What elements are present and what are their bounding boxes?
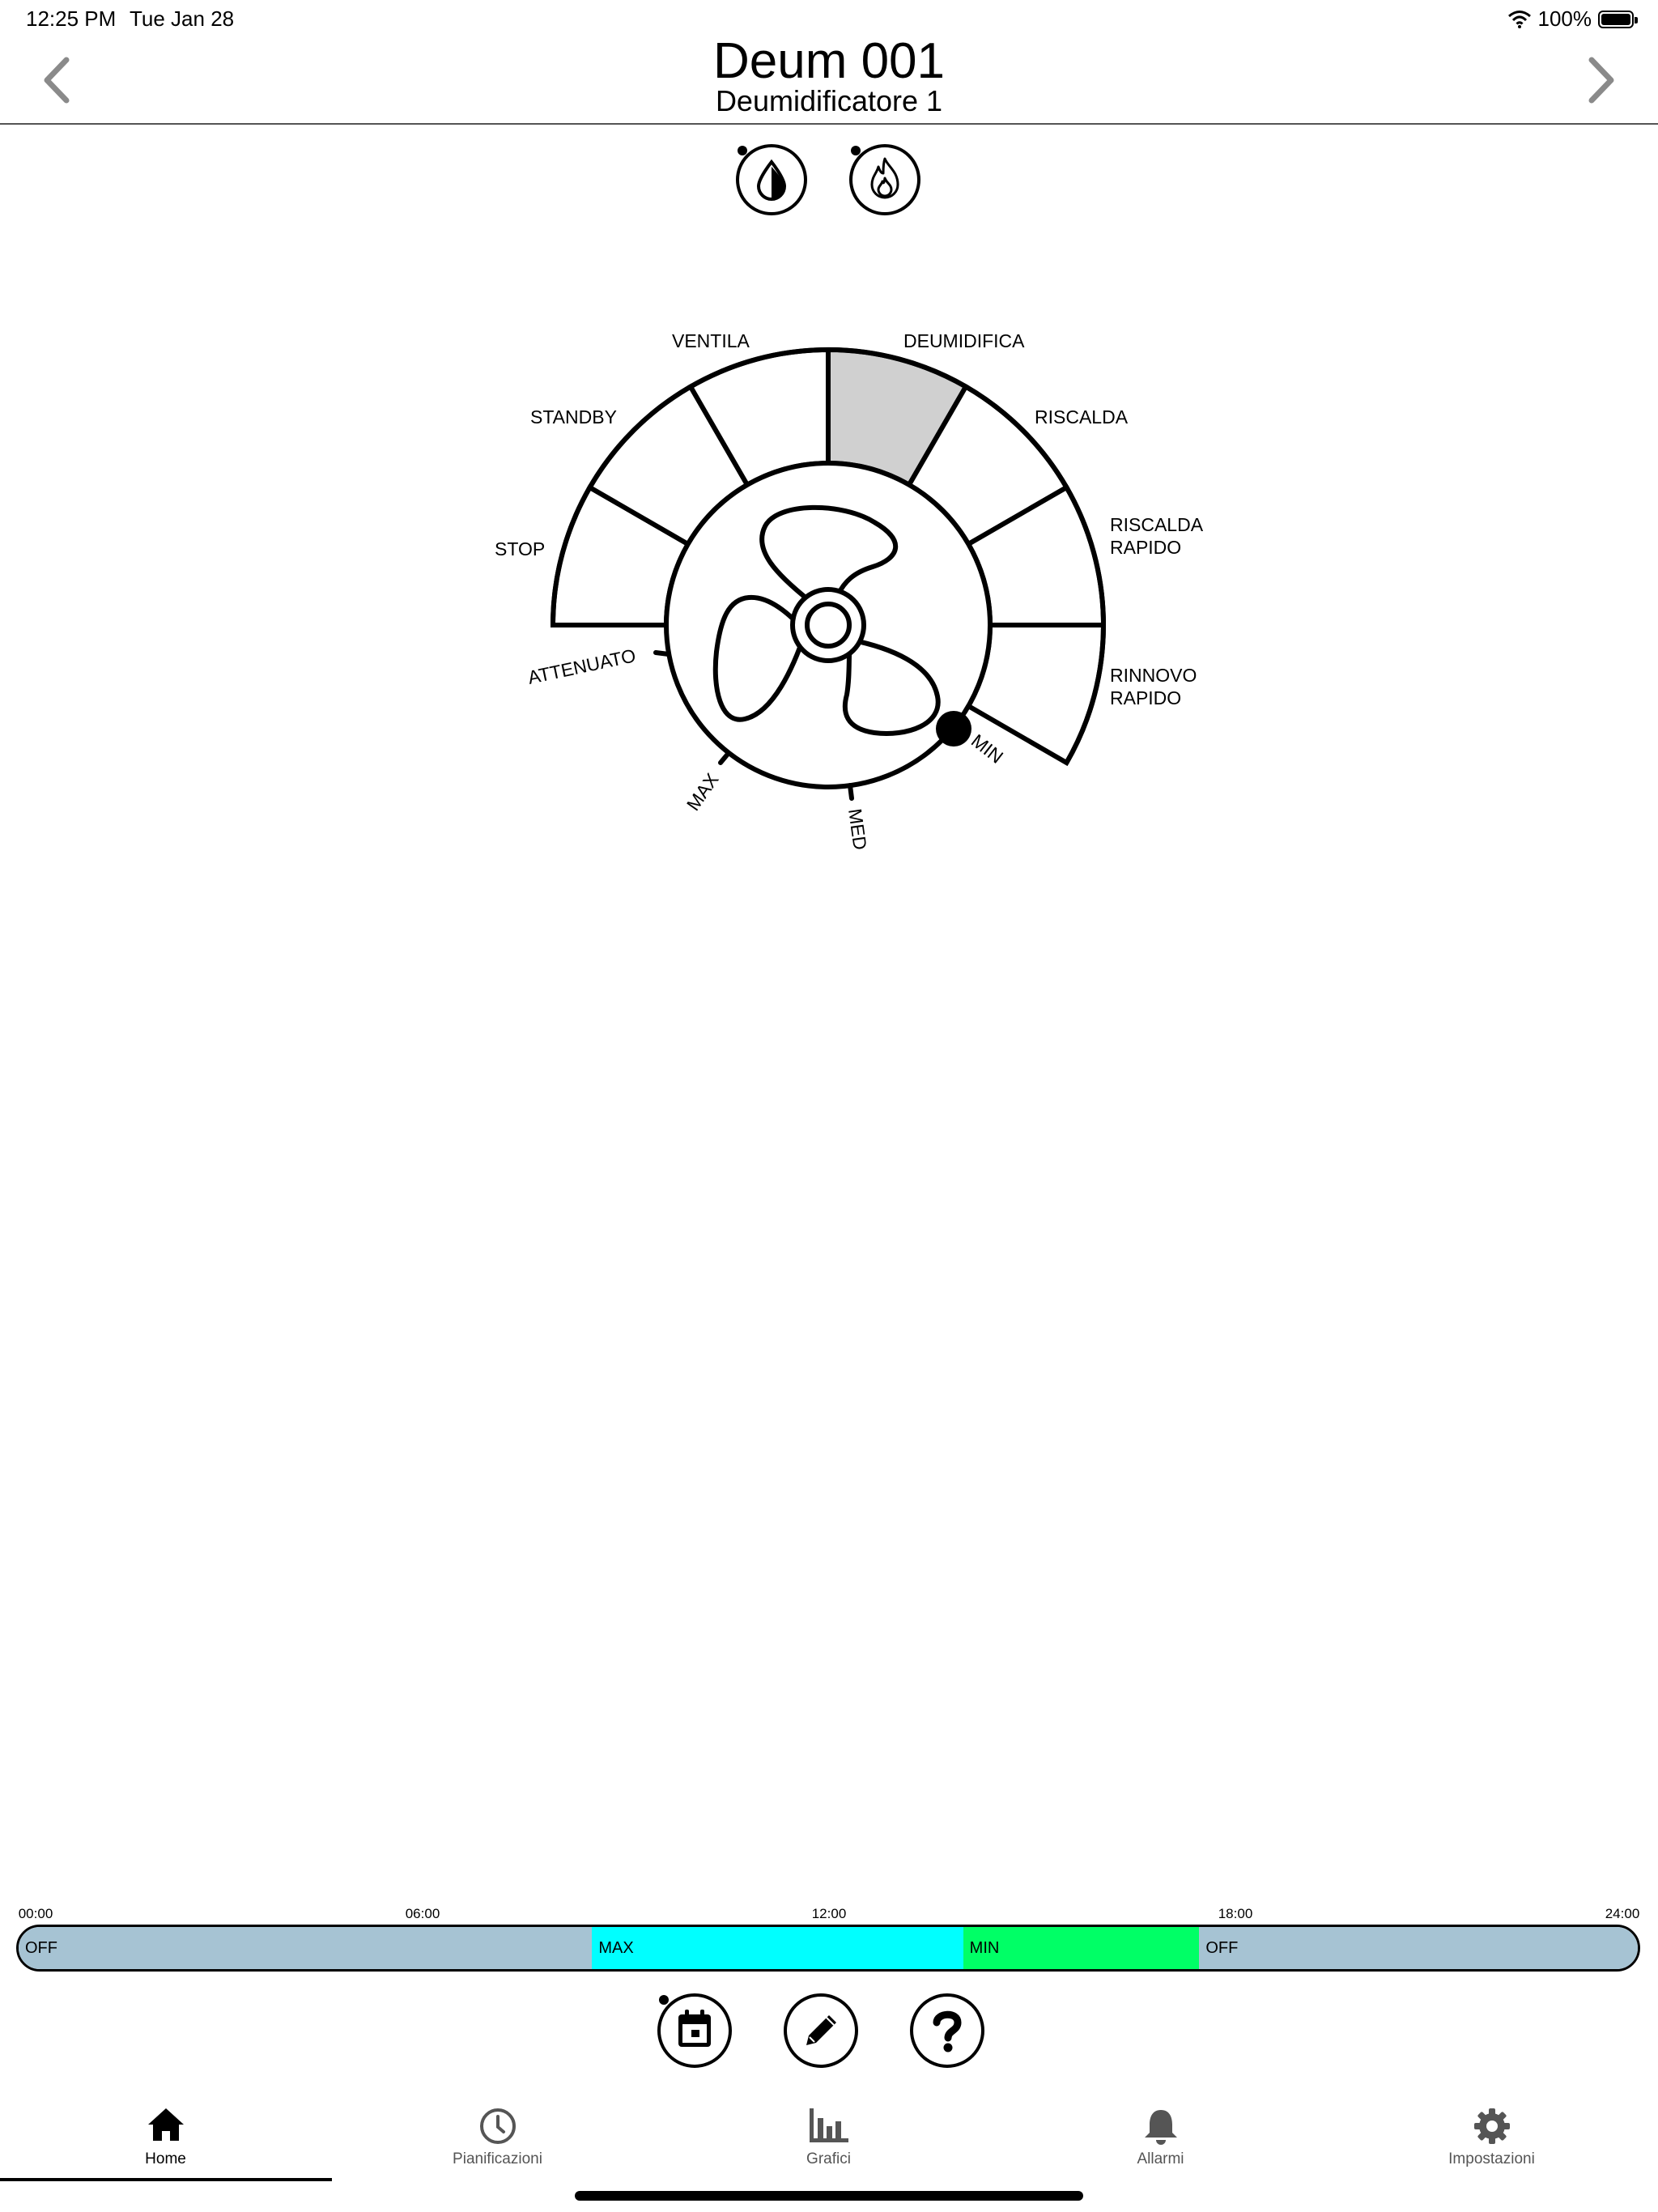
timeline-tick: 00:00: [18, 1906, 53, 1921]
timeline-tick: 12:00: [811, 1906, 847, 1921]
schedule-timeline[interactable]: OFF MAX MIN OFF: [16, 1925, 1640, 1972]
tab-label: Allarmi: [1137, 2150, 1184, 2167]
calendar-icon: [678, 2010, 711, 2047]
timeline-ticks: 00:00 06:00 12:00 18:00 24:00: [0, 1906, 1658, 1925]
tab-label: Impostazioni: [1448, 2150, 1535, 2167]
bell-icon: [1144, 2110, 1177, 2145]
tab-grafici[interactable]: Grafici: [663, 2095, 994, 2184]
mode-label-riscalda-rapido-1[interactable]: RISCALDA: [1110, 514, 1204, 535]
mode-label-deumidifica[interactable]: DEUMIDIFICA: [903, 330, 1025, 351]
speed-label-min[interactable]: MIN: [967, 730, 1007, 767]
timeline-segment[interactable]: MIN: [963, 1927, 1200, 1969]
mode-label-ventila[interactable]: VENTILA: [672, 330, 750, 351]
home-icon: [147, 2108, 184, 2141]
tab-label: Grafici: [806, 2150, 851, 2167]
help-button[interactable]: [908, 1992, 986, 2069]
clock-icon: [479, 2108, 516, 2144]
tab-allarmi[interactable]: Allarmi: [995, 2095, 1326, 2184]
timeline-tick: 06:00: [405, 1906, 440, 1921]
timeline-segment[interactable]: OFF: [1199, 1927, 1638, 1969]
speed-label-attenuato[interactable]: ATTENUATO: [526, 644, 638, 688]
home-indicator: [575, 2191, 1083, 2201]
timeline-segment[interactable]: MAX: [592, 1927, 963, 1969]
speed-label-max[interactable]: MAX: [682, 769, 723, 815]
mode-label-riscalda[interactable]: RISCALDA: [1035, 406, 1129, 428]
speed-knob[interactable]: [936, 711, 971, 747]
tab-label: Pianificazioni: [453, 2150, 542, 2167]
mode-dial: STOP STANDBY VENTILA DEUMIDIFICA RISCALD…: [495, 330, 1204, 851]
mode-label-riscalda-rapido-2[interactable]: RAPIDO: [1110, 537, 1181, 558]
timeline-tick: 24:00: [1605, 1906, 1640, 1921]
mode-label-rinnovo-rapido-2[interactable]: RAPIDO: [1110, 687, 1181, 708]
bar-chart-icon: [809, 2108, 848, 2142]
active-tab-indicator: [0, 2178, 332, 2181]
tab-label: Home: [145, 2150, 186, 2167]
calendar-button[interactable]: [656, 1992, 733, 2069]
tab-bar: Home Pianificazioni Grafici Allarmi Impo…: [0, 2095, 1658, 2184]
tab-pianificazioni[interactable]: Pianificazioni: [332, 2095, 663, 2184]
gear-icon: [1473, 2108, 1510, 2144]
timeline-tick: 18:00: [1218, 1906, 1253, 1921]
tab-impostazioni[interactable]: Impostazioni: [1326, 2095, 1657, 2184]
timeline-segment[interactable]: OFF: [19, 1927, 593, 1969]
speed-label-med[interactable]: MED: [844, 807, 871, 851]
mode-label-rinnovo-rapido-1[interactable]: RINNOVO: [1110, 665, 1197, 686]
mode-label-standby[interactable]: STANDBY: [530, 406, 617, 428]
tab-home[interactable]: Home: [0, 2095, 331, 2184]
mode-label-stop[interactable]: STOP: [495, 538, 545, 559]
edit-button[interactable]: [782, 1992, 860, 2069]
